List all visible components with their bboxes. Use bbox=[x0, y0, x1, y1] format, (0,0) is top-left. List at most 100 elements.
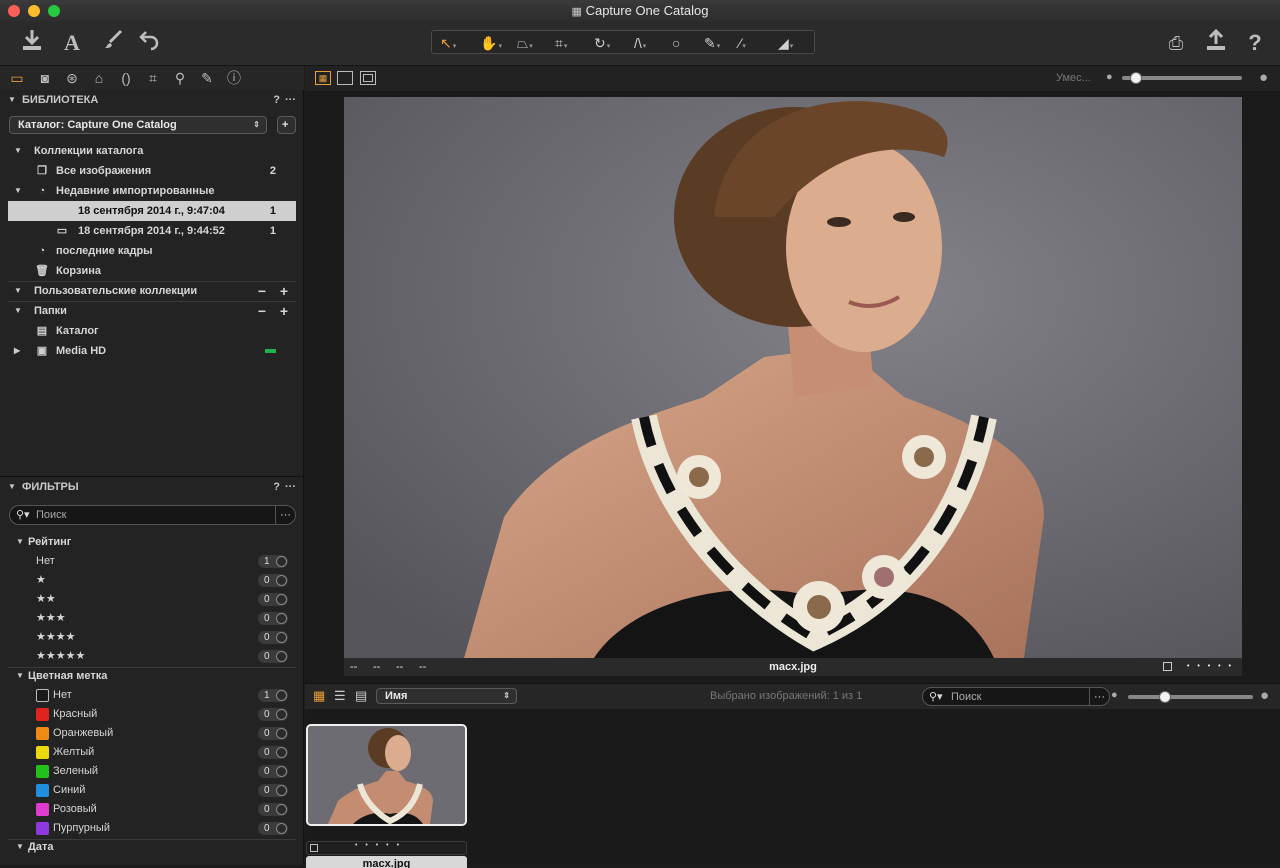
hand-icon[interactable]: ✋▾ bbox=[480, 33, 502, 53]
rating-filter-row[interactable]: Нет 1 bbox=[36, 552, 288, 571]
rating-count-badge[interactable]: 0 bbox=[258, 574, 288, 587]
color-count-badge[interactable]: 0 bbox=[258, 803, 288, 816]
close-window-button[interactable] bbox=[8, 5, 20, 17]
catalog-folder-row[interactable]: ▤ Каталог bbox=[8, 321, 296, 341]
filters-help-button[interactable]: ? bbox=[273, 478, 280, 496]
search-options-button[interactable]: ··· bbox=[275, 506, 295, 524]
eraser-icon[interactable]: ◢▾ bbox=[778, 33, 793, 53]
circle-icon[interactable]: ○ bbox=[672, 33, 680, 53]
color-filter-row[interactable]: Пурпурный 0 bbox=[36, 819, 288, 838]
thumbnail-size-slider[interactable] bbox=[1128, 691, 1253, 703]
proof-view-icon[interactable] bbox=[360, 71, 376, 85]
color-count-badge[interactable]: 0 bbox=[258, 822, 288, 835]
rating-count-badge[interactable]: 0 bbox=[258, 631, 288, 644]
folders-row[interactable]: ▼ Папки − + bbox=[8, 301, 296, 321]
grid-view-icon[interactable]: ▦ bbox=[315, 71, 331, 85]
color-tab-circles-icon[interactable]: ⊛ bbox=[62, 69, 82, 87]
color-filter-row[interactable]: Зеленый 0 bbox=[36, 762, 288, 781]
color-count-badge[interactable]: 0 bbox=[258, 708, 288, 721]
filmstrip-layout-icon[interactable]: ▤ bbox=[355, 688, 367, 704]
grid-layout-icon[interactable]: ▦ bbox=[313, 688, 325, 704]
text-icon[interactable]: A bbox=[57, 28, 87, 58]
zoom-label[interactable]: Умес... bbox=[1056, 72, 1091, 84]
expand-arrow-icon[interactable]: ▼ bbox=[14, 281, 22, 301]
rating-filter-row[interactable]: ★★ 0 bbox=[36, 590, 288, 609]
expand-arrow-icon[interactable]: ▼ bbox=[16, 533, 24, 551]
rating-header[interactable]: ▼ Рейтинг bbox=[8, 533, 296, 551]
main-photo[interactable] bbox=[344, 97, 1242, 658]
adjustments-tab-brush-icon[interactable]: ✎ bbox=[197, 69, 217, 87]
library-section-header[interactable]: ▼ БИБЛИОТЕКА ? ··· bbox=[0, 91, 304, 109]
add-collection-icon[interactable]: + bbox=[280, 281, 288, 301]
color-count-badge[interactable]: 0 bbox=[258, 784, 288, 797]
media-hd-row[interactable]: ▶ ▣ Media HD bbox=[8, 341, 296, 361]
zoom-slider[interactable] bbox=[1122, 72, 1242, 84]
print-icon[interactable]: ⎙ bbox=[1161, 28, 1191, 58]
collapse-arrow-icon[interactable]: ▼ bbox=[8, 91, 16, 109]
expand-arrow-icon[interactable]: ▼ bbox=[14, 301, 22, 321]
color-count-badge[interactable]: 0 bbox=[258, 746, 288, 759]
color-count-badge[interactable]: 0 bbox=[258, 765, 288, 778]
trash-row[interactable]: 🗑 Корзина bbox=[8, 261, 296, 281]
crop-icon[interactable]: ⌗▾ bbox=[555, 33, 567, 53]
expand-arrow-icon[interactable]: ▼ bbox=[16, 667, 24, 685]
date-header[interactable]: ▼ Дата bbox=[8, 838, 296, 856]
import-row[interactable]: 18 сентября 2014 г., 9:47:04 1 bbox=[8, 201, 296, 221]
undo-icon[interactable] bbox=[135, 28, 165, 58]
minimize-window-button[interactable] bbox=[28, 5, 40, 17]
exposure-tab-icon[interactable]: ⌂ bbox=[89, 69, 109, 87]
thumbnail-star-dots[interactable]: • • • • • bbox=[355, 842, 402, 849]
eyedropper-icon[interactable]: ⁄▾ bbox=[739, 33, 746, 53]
expand-arrow-icon[interactable]: ▼ bbox=[16, 838, 24, 856]
rotate-icon[interactable]: ↻▾ bbox=[594, 33, 610, 53]
rating-filter-row[interactable]: ★★★★ 0 bbox=[36, 628, 288, 647]
filters-more-button[interactable]: ··· bbox=[285, 478, 296, 496]
capture-tab-camera-icon[interactable]: ◙ bbox=[35, 69, 55, 87]
color-tag-header[interactable]: ▼ Цветная метка bbox=[8, 667, 296, 685]
rating-filter-row[interactable]: ★★★ 0 bbox=[36, 609, 288, 628]
thumbnail-checkbox[interactable] bbox=[310, 844, 318, 852]
crop-tab-icon[interactable]: ⌗ bbox=[143, 69, 163, 87]
color-filter-row[interactable]: Желтый 0 bbox=[36, 743, 288, 762]
color-count-badge[interactable]: 0 bbox=[258, 727, 288, 740]
filters-search-input[interactable]: ⚲▾ Поиск ··· bbox=[9, 505, 296, 525]
export-icon[interactable] bbox=[1201, 28, 1231, 58]
add-folder-icon[interactable]: + bbox=[280, 301, 288, 321]
rating-count-badge[interactable]: 0 bbox=[258, 650, 288, 663]
brush-icon[interactable] bbox=[98, 28, 128, 58]
color-count-badge[interactable]: 1 bbox=[258, 689, 288, 702]
color-filter-row[interactable]: Розовый 0 bbox=[36, 800, 288, 819]
star-rating-dots[interactable]: • • • • • bbox=[1187, 658, 1234, 676]
single-view-icon[interactable] bbox=[337, 71, 353, 85]
library-help-button[interactable]: ? bbox=[273, 91, 280, 109]
help-icon[interactable]: ? bbox=[1240, 28, 1270, 58]
keystone-icon[interactable]: ⏢▾ bbox=[517, 33, 533, 53]
thumbnail[interactable] bbox=[306, 724, 467, 826]
lens-tab-icon[interactable]: () bbox=[116, 69, 136, 87]
catalog-collections-row[interactable]: ▼ Коллекции каталога bbox=[8, 141, 296, 161]
metadata-tab-info-icon[interactable]: ⓘ bbox=[224, 69, 244, 87]
color-filter-row[interactable]: Нет 1 bbox=[36, 686, 288, 705]
thumbnail-size-knob[interactable] bbox=[1159, 691, 1171, 703]
select-checkbox[interactable] bbox=[1163, 662, 1172, 671]
browser-search-input[interactable]: ⚲▾ Поиск ··· bbox=[922, 687, 1110, 706]
zoom-slider-knob[interactable] bbox=[1130, 72, 1142, 84]
recent-imports-row[interactable]: ▼ ◔ Недавние импортированные bbox=[8, 181, 296, 201]
zoom-window-button[interactable] bbox=[48, 5, 60, 17]
color-filter-row[interactable]: Оранжевый 0 bbox=[36, 724, 288, 743]
add-catalog-button[interactable]: + bbox=[277, 116, 296, 134]
list-layout-icon[interactable]: ☰ bbox=[334, 688, 346, 704]
sort-select[interactable]: Имя ⇕ bbox=[376, 688, 517, 704]
import-row[interactable]: ▭ 18 сентября 2014 г., 9:44:52 1 bbox=[8, 221, 296, 241]
remove-collection-icon[interactable]: − bbox=[258, 281, 266, 301]
all-images-row[interactable]: ❐ Все изображения 2 bbox=[8, 161, 296, 181]
collapse-arrow-icon[interactable]: ▼ bbox=[8, 478, 16, 496]
brush-tool-icon[interactable]: ✎▾ bbox=[704, 33, 720, 53]
import-icon[interactable] bbox=[17, 28, 47, 58]
color-filter-row[interactable]: Синий 0 bbox=[36, 781, 288, 800]
user-collections-row[interactable]: ▼ Пользовательские коллекции − + bbox=[8, 281, 296, 301]
library-more-button[interactable]: ··· bbox=[285, 91, 296, 109]
rating-count-badge[interactable]: 0 bbox=[258, 593, 288, 606]
cursor-icon[interactable]: ↖▾ bbox=[440, 33, 456, 53]
rating-count-badge[interactable]: 1 bbox=[258, 555, 288, 568]
